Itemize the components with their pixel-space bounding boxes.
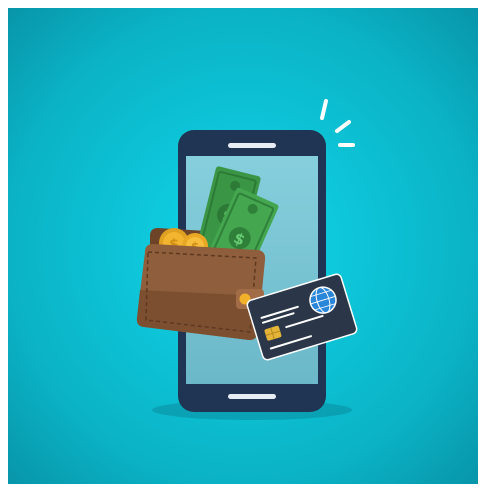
wallet-icon (136, 244, 266, 340)
illustration-canvas: $ $ $ $ (0, 0, 486, 492)
phone-speaker (228, 143, 276, 148)
phone-home-bar (228, 394, 276, 399)
mobile-wallet-illustration: $ $ $ $ (8, 8, 478, 484)
